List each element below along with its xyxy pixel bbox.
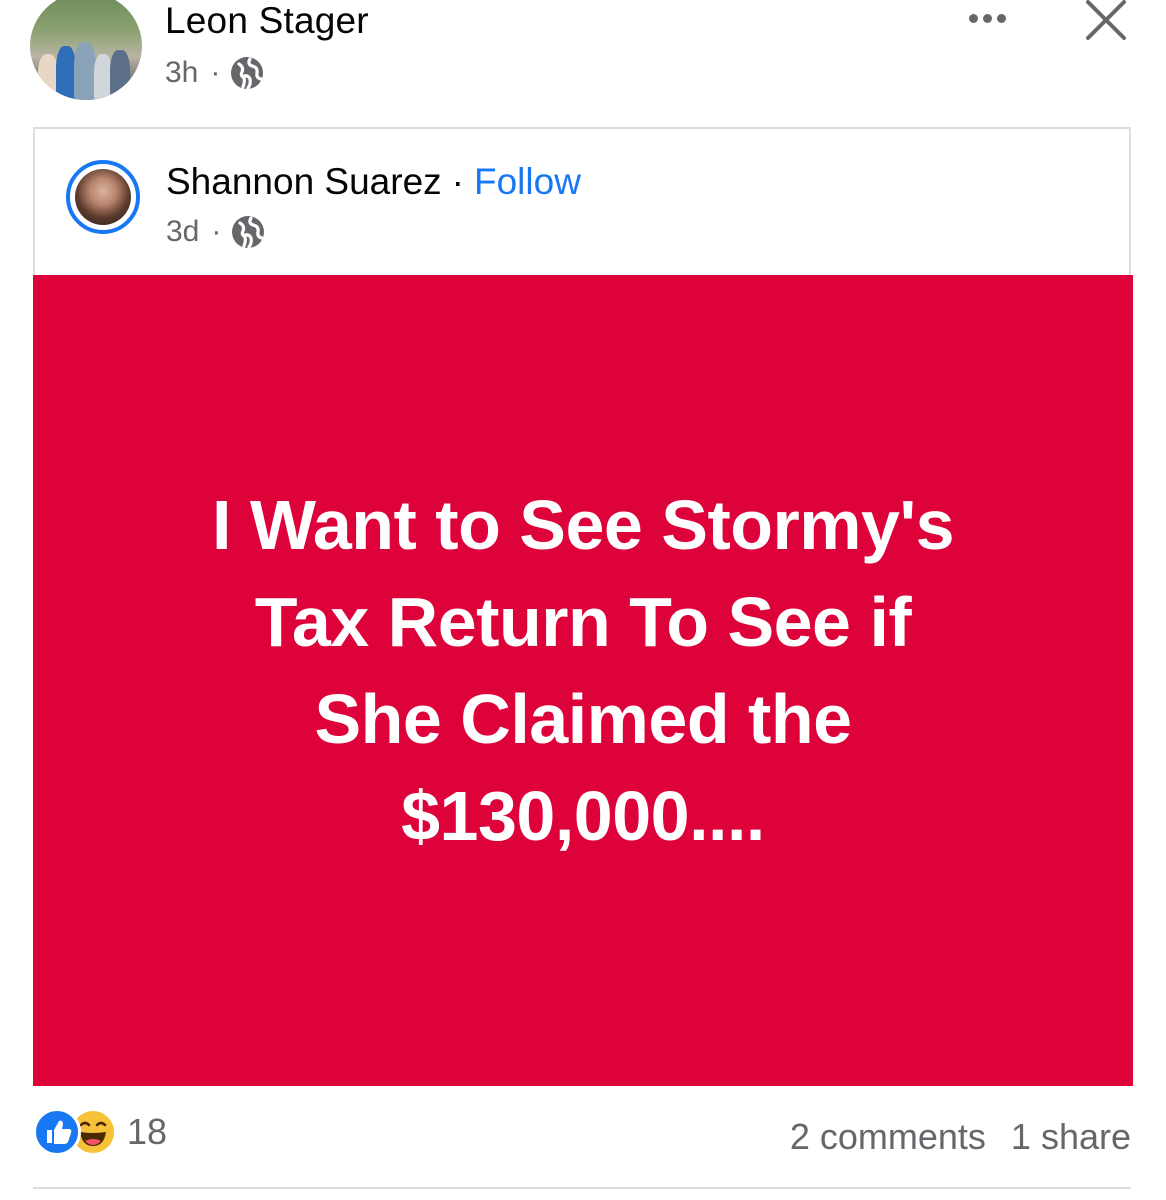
- shared-author-name[interactable]: Shannon Suarez: [166, 161, 442, 203]
- shared-post-card[interactable]: Shannon Suarez · Follow 3d · I Want to S…: [33, 127, 1133, 1086]
- reactions-summary[interactable]: 18: [33, 1108, 167, 1156]
- follow-button[interactable]: Follow: [474, 161, 581, 203]
- author-name[interactable]: Leon Stager: [165, 0, 369, 42]
- like-icon: [33, 1108, 81, 1156]
- text-post-background[interactable]: I Want to See Stormy's Tax Return To See…: [33, 275, 1133, 1086]
- shared-author-line: Shannon Suarez · Follow: [166, 161, 581, 203]
- text-post-line: I Want to See Stormy's: [211, 485, 955, 564]
- more-horizontal-icon: [968, 13, 978, 23]
- text-post-line: $130,000....: [401, 776, 765, 855]
- globe-icon: [232, 216, 265, 249]
- post-header: Leon Stager 3h ·: [0, 0, 1166, 110]
- more-options-button[interactable]: [962, 4, 1012, 32]
- shared-post-meta: 3d ·: [166, 215, 265, 249]
- name-separator: ·: [451, 161, 464, 202]
- meta-separator: ·: [211, 215, 222, 248]
- engagement-bar: 18 2 comments 1 share: [0, 1108, 1166, 1168]
- reaction-count: 18: [127, 1111, 168, 1152]
- post-meta: 3h ·: [165, 56, 264, 90]
- engagement-stats: 2 comments 1 share: [790, 1108, 1131, 1166]
- shared-post-timestamp[interactable]: 3d: [166, 215, 199, 249]
- comments-count-link[interactable]: 2 comments: [790, 1108, 986, 1166]
- post-timestamp[interactable]: 3h: [165, 56, 198, 90]
- close-icon[interactable]: [1080, 0, 1132, 40]
- text-post-line: She Claimed the: [314, 679, 852, 758]
- meta-separator: ·: [210, 56, 221, 89]
- globe-icon: [231, 57, 264, 90]
- shared-post-header: Shannon Suarez · Follow 3d ·: [35, 129, 1129, 275]
- shared-author-avatar[interactable]: [66, 160, 140, 234]
- text-post-line: Tax Return To See if: [254, 582, 912, 661]
- author-avatar[interactable]: [30, 0, 142, 100]
- divider: [33, 1187, 1131, 1189]
- shares-count-link[interactable]: 1 share: [1011, 1108, 1131, 1166]
- text-post-body: I Want to See Stormy's Tax Return To See…: [133, 477, 1033, 865]
